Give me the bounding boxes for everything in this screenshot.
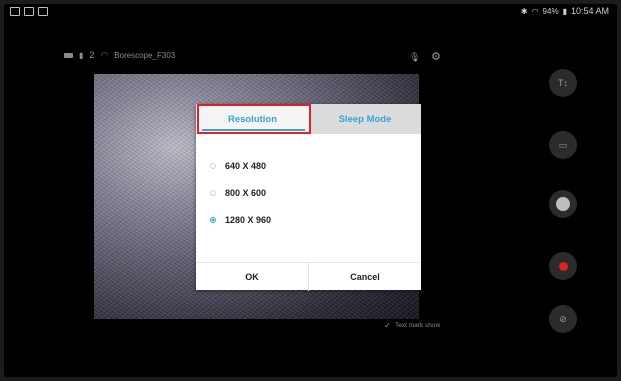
tab-sleep-mode[interactable]: Sleep Mode	[309, 104, 421, 134]
option-label: 640 X 480	[225, 160, 267, 171]
right-toolbar: T↕ ▭ ⊘	[539, 59, 587, 349]
option-label: 1280 X 960	[225, 214, 272, 225]
dialog-buttons: OK Cancel	[196, 262, 421, 291]
radio-button[interactable]	[210, 162, 216, 169]
camera-count: 2	[89, 50, 95, 60]
record-button[interactable]	[549, 252, 577, 280]
status-bar: ✱ ◠ 94% ▮ 10:54 AM	[4, 4, 617, 20]
status-notification-icons	[10, 7, 48, 16]
clock: 10:54 AM	[570, 6, 609, 16]
settings-icon[interactable]: ⚙	[431, 50, 441, 63]
resolution-option-640[interactable]: 640 X 480	[210, 152, 271, 179]
ok-button[interactable]: OK	[196, 263, 308, 291]
wifi-icon: ◠	[100, 49, 109, 60]
record-icon	[558, 261, 568, 271]
resolution-options: 640 X 480 800 X 600 1280 X 960	[210, 152, 271, 233]
edit-image-button[interactable]: ▭	[549, 131, 577, 159]
notification-icon	[38, 7, 48, 16]
text-mark-toggle[interactable]: ✓ Text mark show	[384, 320, 441, 330]
bluetooth-icon: ✱	[520, 6, 528, 16]
checkmark-icon: ✓	[384, 320, 391, 330]
highlight-box	[197, 104, 311, 134]
radio-button-selected[interactable]	[210, 216, 216, 223]
text-mark-label: Text mark show	[395, 322, 441, 329]
wifi-icon: ◠	[531, 6, 539, 16]
edit-image-icon: ▭	[558, 139, 568, 150]
radio-button[interactable]	[210, 189, 216, 196]
text-tool-icon: T↕	[558, 78, 568, 88]
cancel-button[interactable]: Cancel	[308, 263, 421, 291]
tab-sleep-mode-label: Sleep Mode	[338, 113, 392, 125]
notification-icon	[24, 7, 34, 16]
text-tool-button[interactable]: T↕	[549, 69, 577, 97]
status-right: ✱ ◠ 94% ▮ 10:54 AM	[521, 6, 609, 16]
battery-percent: 94%	[542, 6, 559, 16]
battery-icon: ▮	[562, 6, 567, 16]
shutter-button[interactable]	[549, 190, 577, 218]
rotate-icon: ⊘	[559, 313, 567, 324]
device-name: Borescope_F303	[114, 50, 176, 60]
mic-icon[interactable]: 🎙	[409, 52, 420, 62]
battery-icon	[64, 52, 73, 58]
resolution-option-1280[interactable]: 1280 X 960	[210, 206, 271, 233]
camera-top-bar: ▮ 2 ◠ Borescope_F303	[64, 48, 175, 62]
option-label: 800 X 600	[225, 187, 267, 198]
notification-icon	[10, 7, 20, 16]
flashlight-icon: ▮	[79, 50, 84, 60]
shutter-icon	[556, 197, 570, 211]
resolution-option-800[interactable]: 800 X 600	[210, 179, 271, 206]
rotate-button[interactable]: ⊘	[549, 305, 577, 333]
